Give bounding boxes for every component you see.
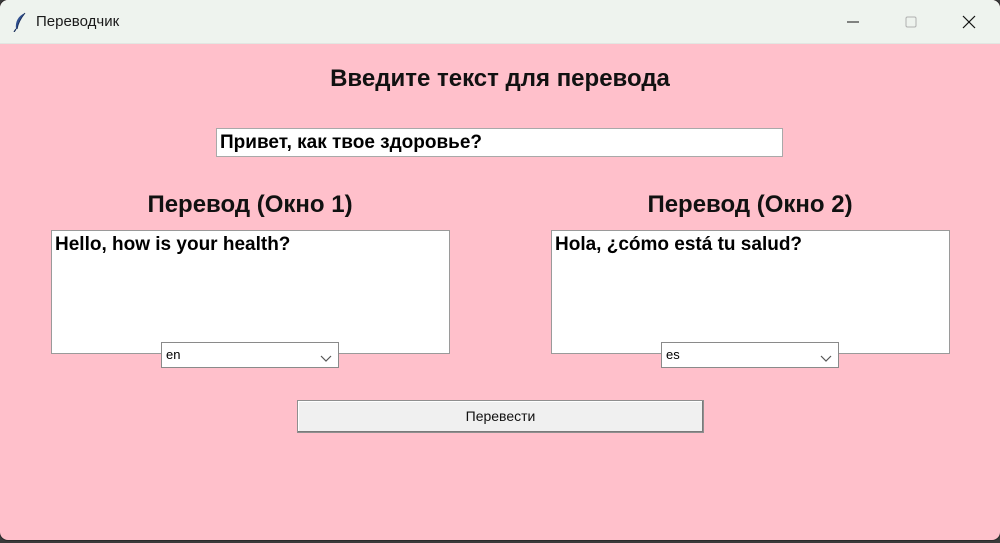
title-bar[interactable]: Переводчик (0, 0, 1000, 44)
language-select-1-value: en (166, 347, 181, 362)
chevron-down-icon (820, 351, 832, 367)
translation-output-1[interactable]: Hello, how is your health? (51, 230, 450, 354)
maximize-icon (905, 16, 917, 27)
minimize-button[interactable] (824, 0, 882, 43)
chevron-down-icon (320, 351, 332, 367)
app-window: Переводчик Введите текст для перевода Пр… (0, 0, 1000, 540)
language-select-2-value: es (666, 347, 680, 362)
close-button[interactable] (940, 0, 998, 43)
translation-output-2[interactable]: Hola, ¿cómo está tu salud? (551, 230, 950, 354)
language-select-1[interactable]: en (161, 342, 339, 368)
maximize-button[interactable] (882, 0, 940, 43)
translation-label-1: Перевод (Окно 1) (147, 191, 353, 218)
translate-button[interactable]: Перевести (297, 400, 704, 433)
language-select-2[interactable]: es (661, 342, 839, 368)
source-text-input[interactable]: Привет, как твое здоровье? (216, 128, 783, 157)
close-icon (962, 15, 976, 28)
feather-icon (12, 12, 28, 33)
page-heading: Введите текст для перевода (330, 65, 670, 92)
translation-label-2: Перевод (Окно 2) (647, 191, 853, 218)
minimize-icon (847, 21, 859, 22)
window-title: Переводчик (36, 13, 120, 30)
